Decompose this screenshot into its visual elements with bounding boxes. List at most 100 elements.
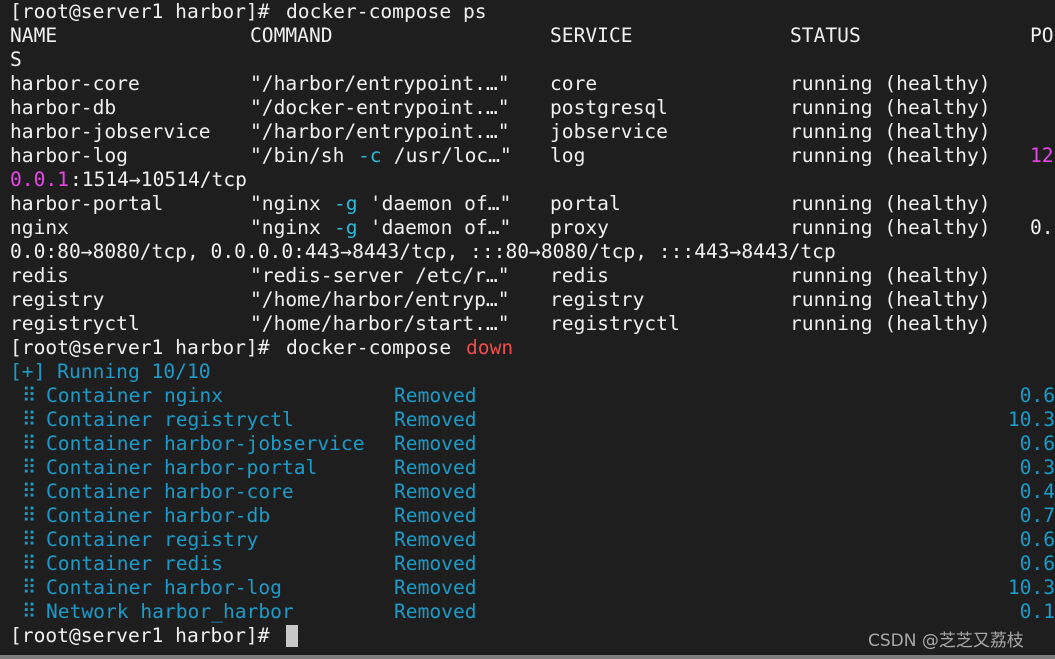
removal-time: 0.6: [1019, 432, 1055, 455]
removal-status: Removed: [394, 432, 477, 455]
column-header-name: NAME: [10, 24, 58, 47]
command-arg: down: [466, 336, 514, 359]
container-ports: :1514→10514/tcp: [70, 168, 247, 191]
container-name: nginx: [10, 216, 69, 239]
container-command: "nginx: [250, 216, 333, 239]
removal-item: ⠿ Container registryctl Removed 10.3: [10, 408, 1055, 432]
removal-time: 0.6: [1019, 552, 1055, 575]
container-command: "/bin/sh: [250, 144, 357, 167]
container-status: running (healthy): [790, 288, 991, 311]
removal-item: ⠿ Container harbor-portal Removed 0.3: [10, 456, 1055, 480]
container-name: registryctl: [10, 312, 140, 335]
container-ports: 0.0.1: [10, 168, 69, 191]
prompt-line: [root@server1 harbor]# docker-compose ps: [10, 0, 1055, 24]
container-service: postgresql: [550, 96, 668, 119]
ps-row: registryctl "/home/harbor/start.…" registr…: [10, 312, 1055, 336]
container-command: "/docker-entrypoint.…": [250, 96, 510, 119]
removal-item: ⠿ Container harbor-core Removed 0.4: [10, 480, 1055, 504]
container-name: registry: [10, 288, 105, 311]
container-command: -g: [334, 192, 358, 215]
container-command: "nginx: [250, 192, 333, 215]
ps-row: harbor-portal "nginx -g 'daemon of…" porta…: [10, 192, 1055, 216]
removal-label: Container redis: [46, 552, 223, 575]
prompt-line: [root@server1 harbor]# docker-compose do…: [10, 336, 1055, 360]
container-status: running (healthy): [790, 264, 991, 287]
removal-status: Removed: [394, 528, 477, 551]
removal-item: ⠿ Network harbor_harbor Removed 0.1: [10, 600, 1055, 624]
container-ports: 12: [1030, 144, 1054, 167]
container-name: harbor-portal: [10, 192, 164, 215]
removal-time: 10.3: [1007, 408, 1055, 431]
progress-status: [+] Running 10/10: [10, 360, 211, 383]
ps-row-wrap: 0.0.1:1514→10514/tcp: [10, 168, 1055, 192]
terminal-output[interactable]: [root@server1 harbor]# docker-compose ps…: [10, 0, 1055, 655]
bullet-icon: ⠿: [22, 504, 37, 527]
removal-label: Container harbor-portal: [46, 456, 318, 479]
container-status: running (healthy): [790, 120, 991, 143]
ps-row: harbor-core "/harbor/entrypoint.…" core run…: [10, 72, 1055, 96]
container-service: proxy: [550, 216, 609, 239]
ps-header: NAME COMMAND SERVICE STATUS PO: [10, 24, 1055, 48]
removal-label: Container registryctl: [46, 408, 294, 431]
watermark: CSDN @芝芝又荔枝: [868, 631, 1024, 651]
container-name: harbor-db: [10, 96, 117, 119]
bullet-icon: ⠿: [22, 480, 37, 503]
command: docker-compose: [286, 336, 463, 359]
column-header-wrap: S: [10, 48, 22, 71]
removal-time: 10.3: [1007, 576, 1055, 599]
removal-status: Removed: [394, 456, 477, 479]
bullet-icon: ⠿: [22, 600, 37, 623]
bullet-icon: ⠿: [22, 384, 37, 407]
bullet-icon: ⠿: [22, 552, 37, 575]
removal-status: Removed: [394, 576, 477, 599]
bottom-border: [0, 655, 1055, 659]
ps-row: redis "redis-server /etc/r…" redis running …: [10, 264, 1055, 288]
column-header-status: STATUS: [790, 24, 861, 47]
container-name: redis: [10, 264, 69, 287]
removal-time: 0.6: [1019, 528, 1055, 551]
removal-time: 0.4: [1019, 480, 1055, 503]
container-status: running (healthy): [790, 312, 991, 335]
removal-item: ⠿ Container harbor-jobservice Removed 0.6: [10, 432, 1055, 456]
removal-time: 0.1: [1019, 600, 1055, 623]
container-command: 'daemon of…": [358, 192, 512, 215]
container-command: 'daemon of…": [358, 216, 512, 239]
prompt: [root@server1 harbor]#: [10, 336, 282, 359]
container-service: jobservice: [550, 120, 668, 143]
container-status: running (healthy): [790, 144, 991, 167]
ps-row: harbor-db "/docker-entrypoint.…" postgresq…: [10, 96, 1055, 120]
removal-status: Removed: [394, 408, 477, 431]
container-command: -g: [334, 216, 358, 239]
container-command: "/home/harbor/entryp…": [250, 288, 510, 311]
removal-time: 0.7: [1019, 504, 1055, 527]
ps-header-wrap: S: [10, 48, 1055, 72]
removal-label: Network harbor_harbor: [46, 600, 294, 623]
bullet-icon: ⠿: [22, 576, 37, 599]
removal-time: 0.6: [1019, 384, 1055, 407]
column-header-service: SERVICE: [550, 24, 633, 47]
ps-row-wrap: 0.0:80→8080/tcp, 0.0.0.0:443→8443/tcp, :…: [10, 240, 1055, 264]
container-name: harbor-core: [10, 72, 140, 95]
container-service: registry: [550, 288, 645, 311]
ps-row: nginx "nginx -g 'daemon of…" proxy running …: [10, 216, 1055, 240]
bullet-icon: ⠿: [22, 528, 37, 551]
container-name: harbor-log: [10, 144, 128, 167]
container-service: portal: [550, 192, 621, 215]
prompt: [root@server1 harbor]#: [10, 624, 282, 647]
bullet-icon: ⠿: [22, 456, 37, 479]
container-name: harbor-jobservice: [10, 120, 211, 143]
command: docker-compose ps: [286, 0, 487, 23]
prompt: [root@server1 harbor]#: [10, 0, 282, 23]
removal-status: Removed: [394, 600, 477, 623]
removal-time: 0.3: [1019, 456, 1055, 479]
ps-row: registry "/home/harbor/entryp…" registry ru…: [10, 288, 1055, 312]
container-service: log: [550, 144, 586, 167]
container-status: running (healthy): [790, 216, 991, 239]
container-ports: 0.0:80→8080/tcp, 0.0.0.0:443→8443/tcp, :…: [10, 240, 836, 263]
removal-label: Container harbor-core: [46, 480, 294, 503]
removal-item: ⠿ Container harbor-log Removed 10.3: [10, 576, 1055, 600]
container-status: running (healthy): [790, 72, 991, 95]
container-command: -c: [358, 144, 382, 167]
removal-label: Container registry: [46, 528, 259, 551]
container-service: registryctl: [550, 312, 680, 335]
